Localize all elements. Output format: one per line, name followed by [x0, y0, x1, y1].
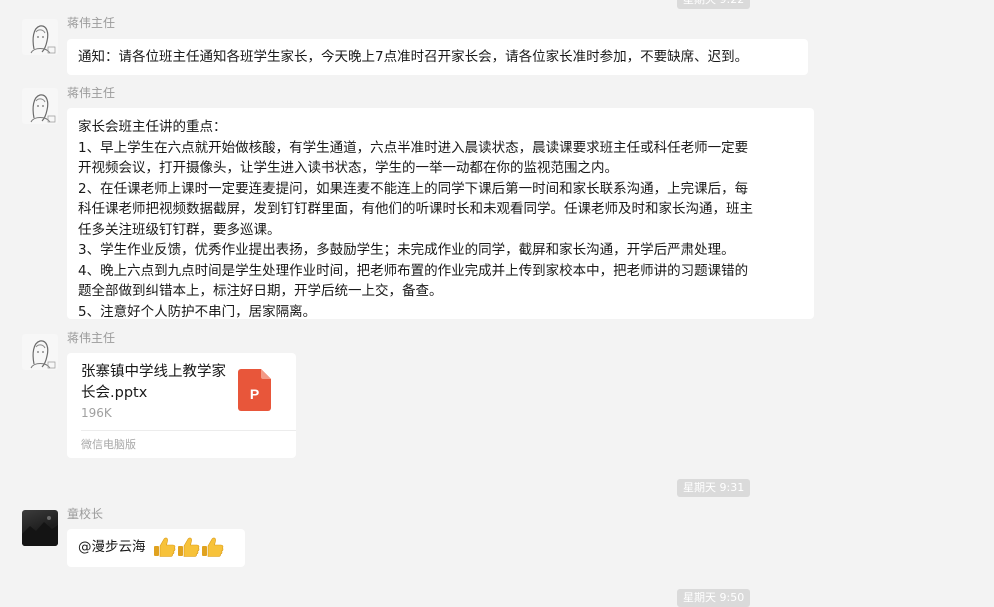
sketch-portrait-avatar-icon	[30, 340, 56, 369]
message-line: 2、在任课老师上课时一定要连麦提问，如果连麦不能连上的同学下课后第一时间和家长联…	[78, 180, 749, 197]
file-size: 196K	[81, 406, 112, 420]
dark-landscape-avatar-icon	[22, 516, 58, 546]
sender-name: 蒋伟主任	[67, 16, 116, 30]
sender-avatar[interactable]	[22, 88, 58, 124]
timestamp-bottom: 星期天 9:50	[677, 589, 751, 607]
sender-name: 童校长	[67, 507, 104, 521]
powerpoint-file-icon: P	[238, 369, 271, 415]
message-bubble[interactable]: 家长会班主任讲的重点： 1、早上学生在六点就开始做核酸，有学生通道，六点半准时进…	[67, 108, 814, 320]
message-line: 5、注意好个人防护不串门，居家隔离。	[78, 303, 317, 320]
sender-avatar[interactable]	[22, 334, 58, 370]
sender-avatar[interactable]	[22, 510, 58, 546]
timestamp-middle: 星期天 9:31	[677, 479, 751, 497]
sender-name: 蒋伟主任	[67, 86, 116, 100]
sketch-portrait-avatar-icon	[30, 25, 56, 54]
sketch-portrait-avatar-icon	[30, 94, 56, 123]
message-text: 通知：请各位班主任通知各班学生家长，今天晚上7点准时召开家长会，请各位家长准时参…	[78, 49, 749, 65]
message-line: 1、早上学生在六点就开始做核酸，有学生通道，六点半准时进入晨读状态，晨读课要求班…	[78, 139, 749, 156]
sender-avatar[interactable]	[22, 19, 58, 55]
sender-name: 蒋伟主任	[67, 331, 116, 345]
file-name: 张寨镇中学线上教学家长会.pptx	[81, 364, 226, 401]
thumbs-up-icon	[153, 537, 224, 558]
mention-text: @漫步云海	[78, 539, 146, 555]
timestamp-top: 星期天 9:22	[677, 0, 751, 9]
message-line: 家长会班主任讲的重点：	[78, 119, 227, 135]
ppt-icon-letter: P	[250, 386, 259, 402]
message-bubble[interactable]: @漫步云海	[67, 529, 245, 567]
message-bubble[interactable]: 通知：请各位班主任通知各班学生家长，今天晚上7点准时召开家长会，请各位家长准时参…	[67, 39, 808, 75]
file-card-divider	[81, 430, 296, 431]
file-source-label: 微信电脑版	[81, 438, 136, 451]
message-line: 任多关注班级钉钉群，要多巡课。	[78, 221, 281, 238]
message-line: 开视频会议，打开摄像头，让学生进入读书状态，学生的一举一动都在你的监视范围之内。	[78, 160, 618, 176]
message-line: 题全部做到纠错本上，标注好日期，开学后统一上交，备查。	[78, 283, 443, 299]
file-attachment-card[interactable]: 张寨镇中学线上教学家长会.pptx P 196K 微信电脑版	[67, 353, 296, 458]
message-line: 4、晚上六点到九点时间是学生处理作业时间，把老师布置的作业完成并上传到家校本中，…	[78, 262, 749, 279]
message-line: 科任课老师把视频数据截屏，发到钉钉群里面，有他们的听课时长和未观看同学。任课老师…	[78, 201, 753, 217]
message-line: 3、学生作业反馈，优秀作业提出表扬，多鼓励学生；未完成作业的同学，截屏和家长沟通…	[78, 242, 735, 258]
